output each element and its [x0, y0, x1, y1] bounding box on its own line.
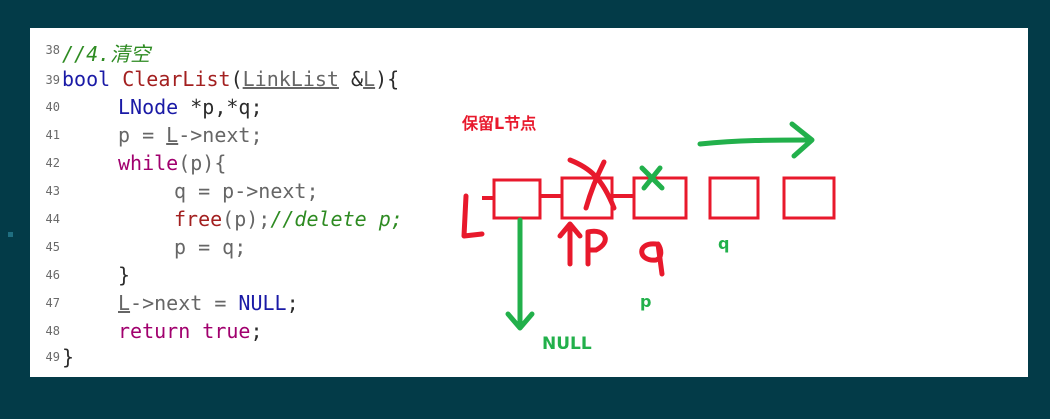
node-box-3	[708, 176, 760, 220]
p-green-label: p	[640, 292, 652, 311]
side-marker	[8, 232, 13, 237]
q-red-mark	[639, 241, 665, 277]
code-panel: 38 39 40 41 42 43 44 45 46 47 48 49 //4.…	[30, 28, 1028, 377]
keep-L-node-label: 保留L节点	[462, 114, 537, 133]
p-red-mark	[585, 228, 608, 267]
null-label: NULL	[542, 334, 592, 354]
handwritten-annotations	[461, 121, 836, 331]
L-mark	[461, 193, 485, 239]
node-box-L	[492, 178, 542, 220]
q-green-label: q	[718, 234, 730, 253]
node-box-4	[782, 176, 836, 220]
